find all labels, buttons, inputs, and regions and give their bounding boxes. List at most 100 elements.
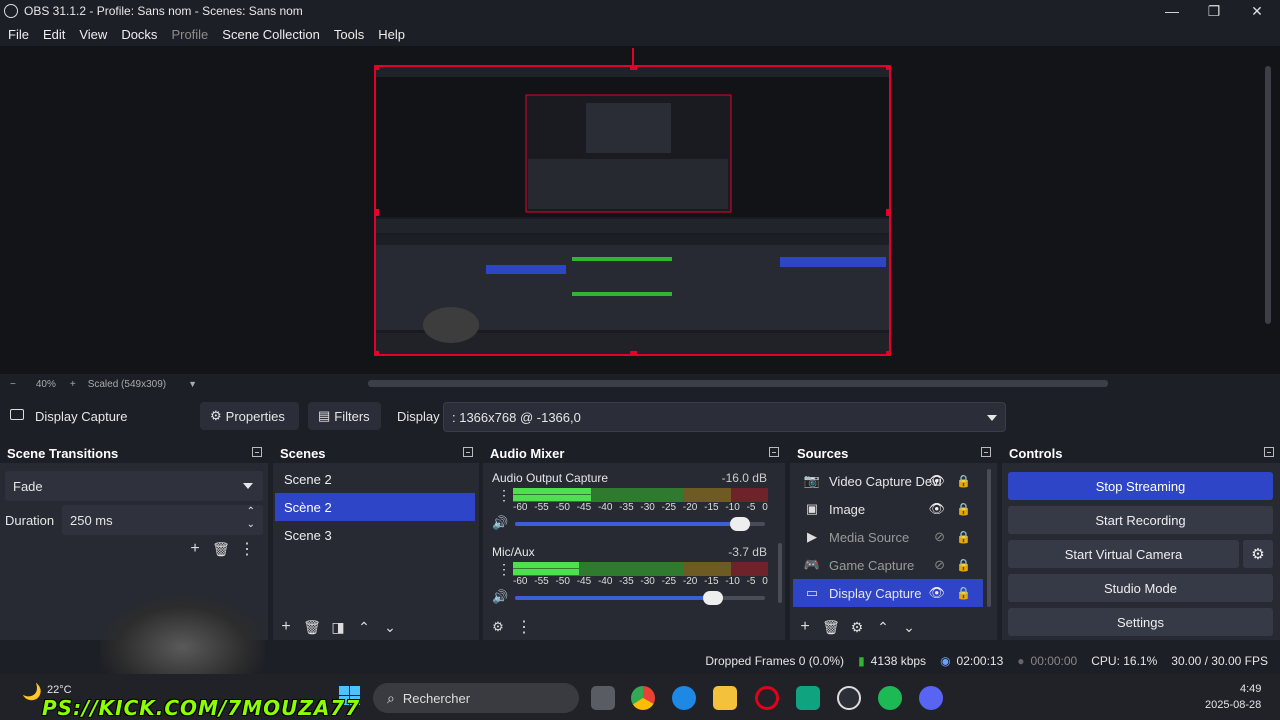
trash-icon[interactable]: 🗑 [299,616,325,638]
mixer-scrollbar[interactable] [778,543,782,603]
resize-handle[interactable] [630,67,637,70]
duration-label: Duration [5,513,55,528]
menu-help[interactable]: Help [378,27,405,42]
stop-streaming-button[interactable]: Stop Streaming [1008,472,1273,500]
zoom-out-button[interactable]: − [10,379,16,390]
source-item[interactable]: 📷 Video Capture Devic 👁 🔒 [793,467,983,495]
source-properties-icon[interactable]: ⚙ [844,616,870,638]
lock-icon[interactable]: 🔒 [956,586,971,600]
resize-handle[interactable] [886,209,889,216]
volume-slider[interactable] [515,591,765,605]
chrome-icon[interactable] [631,686,655,710]
display-select[interactable]: : 1366x768 @ -1366,0 [443,402,1006,432]
scene-item-selected[interactable]: Scène 2 [275,493,475,521]
preview-canvas[interactable] [374,65,891,356]
add-transition-icon[interactable]: + [182,538,208,560]
scene-item[interactable]: Scene 3 [275,521,475,549]
trash-icon[interactable]: 🗑 [818,616,844,638]
settings-button[interactable]: Settings [1008,608,1273,636]
eye-hidden-icon[interactable]: ⊘ [934,529,945,545]
source-name: Image [829,501,866,517]
close-icon[interactable]: ✕ [1235,0,1279,22]
speaker-icon[interactable]: 🔊 [492,515,508,531]
resize-handle[interactable] [630,351,637,354]
obs-taskbar-icon[interactable] [837,686,861,710]
virtual-camera-settings-icon[interactable]: ⚙ [1243,540,1273,568]
start-virtual-camera-button[interactable]: Start Virtual Camera [1008,540,1239,568]
studio-mode-button[interactable]: Studio Mode [1008,574,1273,602]
sources-scrollbar[interactable] [987,469,991,607]
source-item[interactable]: ▣ Image 👁 🔒 [793,495,983,523]
resize-handle[interactable] [376,209,379,216]
add-source-icon[interactable]: + [792,616,818,638]
zoom-dropdown-icon[interactable]: ▼ [188,379,197,389]
source-item[interactable]: 🎮 Game Capture ⊘ 🔒 [793,551,983,579]
resize-handle[interactable] [886,67,889,70]
add-scene-icon[interactable]: + [273,616,299,638]
eye-icon[interactable]: 👁 [928,585,945,601]
menu-edit[interactable]: Edit [43,27,65,42]
filters-button[interactable]: ▤ Filters [308,402,381,430]
volume-knob[interactable] [730,517,750,531]
discord-icon[interactable] [919,686,943,710]
lock-icon[interactable]: 🔒 [956,502,971,516]
scene-item[interactable]: Scene 2 [275,465,475,493]
taskbar-search-box[interactable]: ⌕ Rechercher [373,683,579,713]
app-icon[interactable] [796,686,820,710]
speaker-icon[interactable]: 🔊 [492,589,508,605]
menu-scene-collection[interactable]: Scene Collection [222,27,320,42]
move-down-icon[interactable]: ⌄ [896,616,922,638]
resize-handle[interactable] [886,351,889,354]
volume-knob[interactable] [702,591,723,605]
scene-filters-icon[interactable]: ◨ [325,616,351,638]
file-explorer-icon[interactable] [713,686,737,710]
undock-icon[interactable] [981,447,991,457]
undock-icon[interactable] [1264,447,1274,457]
undock-icon[interactable] [252,447,262,457]
undock-icon[interactable] [463,447,473,457]
properties-button[interactable]: ⚙ Properties [200,402,299,430]
task-view-icon[interactable] [591,686,615,710]
advanced-audio-icon[interactable]: ⚙ [485,616,511,638]
preview-horizontal-scrollbar[interactable] [368,380,1108,387]
move-up-icon[interactable]: ⌃ [351,616,377,638]
eye-hidden-icon[interactable]: ⊘ [934,557,945,573]
more-options-icon[interactable]: ⋮ [234,538,260,560]
menu-tools[interactable]: Tools [334,27,364,42]
stream-time: 02:00:13 [956,654,1004,668]
spotify-icon[interactable] [878,686,902,710]
clock-time: 4:49 [1240,683,1262,695]
menu-file[interactable]: File [8,27,29,42]
trash-icon[interactable]: 🗑 [208,538,234,560]
more-options-icon[interactable]: ⋮ [497,487,511,504]
duration-spinbox[interactable]: 250 ms ⌃ ⌄ [62,505,263,535]
more-options-icon[interactable]: ⋮ [497,561,511,578]
minimize-icon[interactable]: — [1150,0,1194,22]
edge-icon[interactable] [672,686,696,710]
more-options-icon[interactable]: ⋮ [511,616,537,638]
menu-docks[interactable]: Docks [121,27,157,42]
source-item[interactable]: ▶ Media Source ⊘ 🔒 [793,523,983,551]
resize-handle[interactable] [376,67,379,70]
eye-icon[interactable]: 👁 [928,501,945,517]
start-recording-button[interactable]: Start Recording [1008,506,1273,534]
opera-icon[interactable] [755,686,779,710]
volume-slider[interactable] [515,517,765,531]
spin-down-icon[interactable]: ⌄ [247,519,255,530]
eye-icon[interactable]: 👁 [928,473,945,489]
resize-handle[interactable] [376,351,379,354]
zoom-in-button[interactable]: + [70,379,76,390]
menu-profile[interactable]: Profile [171,27,208,42]
move-up-icon[interactable]: ⌃ [870,616,896,638]
preview-vertical-scrollbar[interactable] [1265,66,1271,324]
lock-icon[interactable]: 🔒 [956,558,971,572]
transition-select[interactable]: Fade [5,471,263,501]
lock-icon[interactable]: 🔒 [956,530,971,544]
spin-up-icon[interactable]: ⌃ [247,506,255,517]
restore-icon[interactable]: ❐ [1192,0,1236,22]
undock-icon[interactable] [769,447,779,457]
move-down-icon[interactable]: ⌄ [377,616,403,638]
menu-view[interactable]: View [79,27,107,42]
lock-icon[interactable]: 🔒 [956,474,971,488]
source-item-selected[interactable]: ▭ Display Capture 👁 🔒 [793,579,983,607]
